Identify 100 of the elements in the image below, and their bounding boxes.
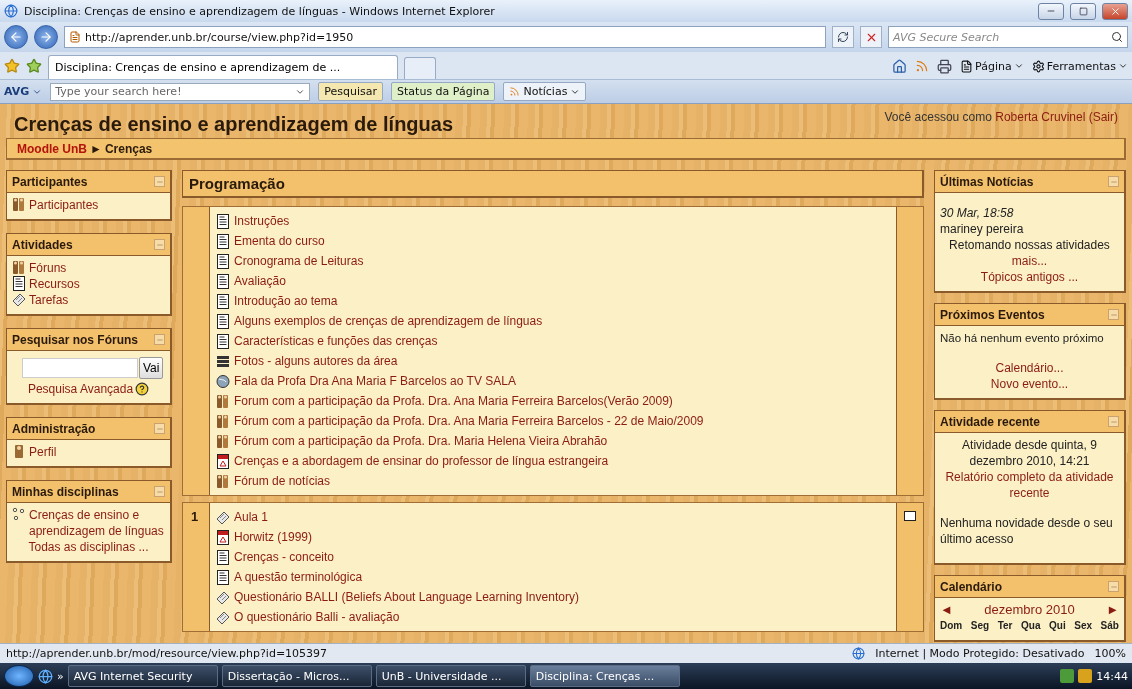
sidebar-link[interactable]: Tarefas — [12, 292, 165, 308]
activity-link[interactable]: Cronograma de Leituras — [216, 251, 890, 271]
search-icon — [1111, 31, 1123, 43]
news-button[interactable]: Notícias — [503, 82, 587, 101]
home-icon[interactable] — [892, 58, 908, 74]
event-link[interactable]: Calendário... — [995, 360, 1064, 376]
back-arrow-icon — [9, 30, 23, 44]
zoom-level[interactable]: 100% — [1094, 647, 1126, 660]
section-number: 1 — [191, 509, 199, 524]
activity-link[interactable]: Fala da Profa Dra Ana Maria F Barcelos ao TV SALA — [216, 371, 890, 391]
section-heading: Programação — [182, 170, 924, 198]
taskbar-overflow[interactable]: » — [57, 669, 64, 683]
toolbar-brand[interactable]: AVG — [4, 85, 43, 98]
search-placeholder: Type your search here! — [55, 85, 182, 98]
page-icon — [69, 31, 81, 43]
collapse-button[interactable] — [154, 486, 165, 497]
collapse-button[interactable] — [154, 423, 165, 434]
refresh-button[interactable] — [832, 26, 854, 48]
activity-link[interactable]: Instruções — [216, 211, 890, 231]
toolbar-search-field[interactable]: Type your search here! — [50, 82, 311, 101]
activity-link[interactable]: A questão terminológica — [216, 567, 890, 587]
weekday-label: Ter — [997, 619, 1013, 633]
forward-button[interactable] — [34, 25, 58, 49]
activity-message: Nenhuma novidade desde o seu último acesso — [940, 515, 1114, 547]
dots-icon — [12, 507, 26, 522]
tools-menu[interactable]: Ferramentas — [1031, 59, 1128, 73]
stop-button[interactable] — [860, 26, 882, 48]
taskbar-item[interactable]: AVG Internet Security — [67, 665, 218, 687]
advanced-search-link[interactable]: Pesquisa Avançada — [27, 381, 134, 397]
user-link[interactable]: Roberta Cruvinel — [995, 110, 1086, 124]
activity-link[interactable]: Ementa do curso — [216, 231, 890, 251]
help-icon[interactable] — [135, 382, 150, 396]
activity-link[interactable]: Alguns exemplos de crenças de aprendizagem de línguas — [216, 311, 890, 331]
activity-link[interactable]: Fórum com a participação da Profa. Dra. Maria Helena Vieira Abrahão — [216, 431, 890, 451]
collapse-button[interactable] — [154, 334, 165, 345]
gear-icon — [1031, 59, 1045, 73]
collapse-button[interactable] — [1108, 581, 1119, 592]
search-field[interactable] — [22, 358, 138, 378]
print-icon[interactable] — [937, 58, 953, 74]
page-menu[interactable]: Página — [960, 59, 1024, 73]
go-button[interactable]: Vai — [139, 357, 164, 379]
next-month-link[interactable]: ► — [1106, 602, 1119, 618]
add-favorite-icon[interactable] — [26, 58, 42, 74]
window-title: Disciplina: Crenças de ensino e aprendizagem de línguas - Windows Internet Explorer — [24, 4, 496, 18]
tray-icon — [1060, 669, 1075, 683]
activity-link[interactable]: O questionário Balli - avaliação — [216, 607, 890, 627]
minimize-button[interactable] — [1038, 2, 1064, 20]
sidebar-link[interactable]: Crenças de ensino e aprendizagem de línguas — [12, 507, 165, 539]
logout-link[interactable]: (Sair) — [1088, 110, 1118, 124]
sidebar-link[interactable]: Participantes — [12, 197, 165, 213]
collapse-button[interactable] — [1108, 176, 1119, 187]
globe-icon — [216, 373, 230, 389]
browser-tab[interactable]: Disciplina: Crenças de ensino e aprendizagem de ... — [48, 55, 398, 79]
course-title: Crenças de ensino e aprendizagem de línguas — [14, 113, 454, 136]
activity-link[interactable]: Fórum de notícias — [216, 471, 890, 491]
activity-link[interactable]: Fórum com a participação da Profa. Dra. Ana Maria Ferreira Barcelos - 22 de Maio/2009 — [216, 411, 890, 431]
page-status-button[interactable]: Status da Página — [391, 82, 496, 101]
more-link[interactable]: mais... — [1011, 253, 1048, 269]
event-link[interactable]: Novo evento... — [990, 376, 1069, 392]
taskbar-item[interactable]: Dissertação - Micros... — [221, 665, 372, 687]
activity-link[interactable]: Crenças e a abordagem de ensinar do professor de língua estrangeira — [216, 451, 890, 471]
close-button[interactable] — [1102, 2, 1128, 20]
activity-link[interactable]: Características e funções das crenças — [216, 331, 890, 351]
maximize-button[interactable] — [1070, 2, 1096, 20]
feed-icon[interactable] — [915, 59, 930, 73]
favorites-icon[interactable] — [4, 58, 20, 74]
activity-link[interactable]: Forum com a participação da Profa. Dra. Ana Maria Ferreira Barcelos(Verão 2009) — [216, 391, 890, 411]
browser-launch-icon[interactable] — [38, 668, 53, 684]
collapse-button[interactable] — [1108, 309, 1119, 320]
taskbar-item[interactable]: UnB - Universidade ... — [375, 665, 526, 687]
search-button[interactable]: Pesquisar — [318, 82, 384, 101]
activity-link[interactable]: Fotos - alguns autores da área — [216, 351, 890, 371]
all-courses-link[interactable]: Todas as disciplinas ... — [28, 539, 149, 555]
activity-link[interactable]: Introdução ao tema — [216, 291, 890, 311]
previous-month-link[interactable]: ◄ — [940, 602, 953, 618]
new-tab-button[interactable] — [404, 57, 436, 79]
stack-icon — [216, 353, 230, 369]
activity-link[interactable]: Crenças - conceito — [216, 547, 890, 567]
collapse-button[interactable] — [1108, 416, 1119, 427]
collapse-button[interactable] — [154, 176, 165, 187]
search-field[interactable]: AVG Secure Search — [888, 26, 1128, 48]
activity-link[interactable]: Aula 1 — [216, 507, 890, 527]
sidebar-link[interactable]: Fóruns — [12, 260, 165, 276]
start-button[interactable] — [4, 665, 34, 687]
activity-link[interactable]: Questionário BALLI (Beliefs About Language Learning Inventory) — [216, 587, 890, 607]
sidebar-link[interactable]: Recursos — [12, 276, 165, 292]
taskbar-item[interactable]: Disciplina: Crenças ... — [529, 665, 680, 687]
sidebar-link[interactable]: Perfil — [12, 444, 165, 460]
activity-report-link[interactable]: Relatório completo da atividade recente — [940, 469, 1119, 501]
address-field[interactable]: http://aprender.unb.br/course/view.php?id=1950 — [64, 26, 826, 48]
collapse-button[interactable] — [154, 239, 165, 250]
activity-link[interactable]: Avaliação — [216, 271, 890, 291]
activity-link[interactable]: Horwitz (1999) — [216, 527, 890, 547]
back-button[interactable] — [4, 25, 28, 49]
older-topics-link[interactable]: Tópicos antigos ... — [980, 269, 1079, 285]
forward-arrow-icon — [39, 30, 53, 44]
highlight-toggle[interactable] — [904, 511, 916, 521]
document-icon — [216, 233, 230, 249]
activity-since: Atividade desde quinta, 9 dezembro 2010, 14:21 — [961, 437, 1098, 469]
breadcrumb-link[interactable]: Moodle UnB — [17, 141, 87, 156]
